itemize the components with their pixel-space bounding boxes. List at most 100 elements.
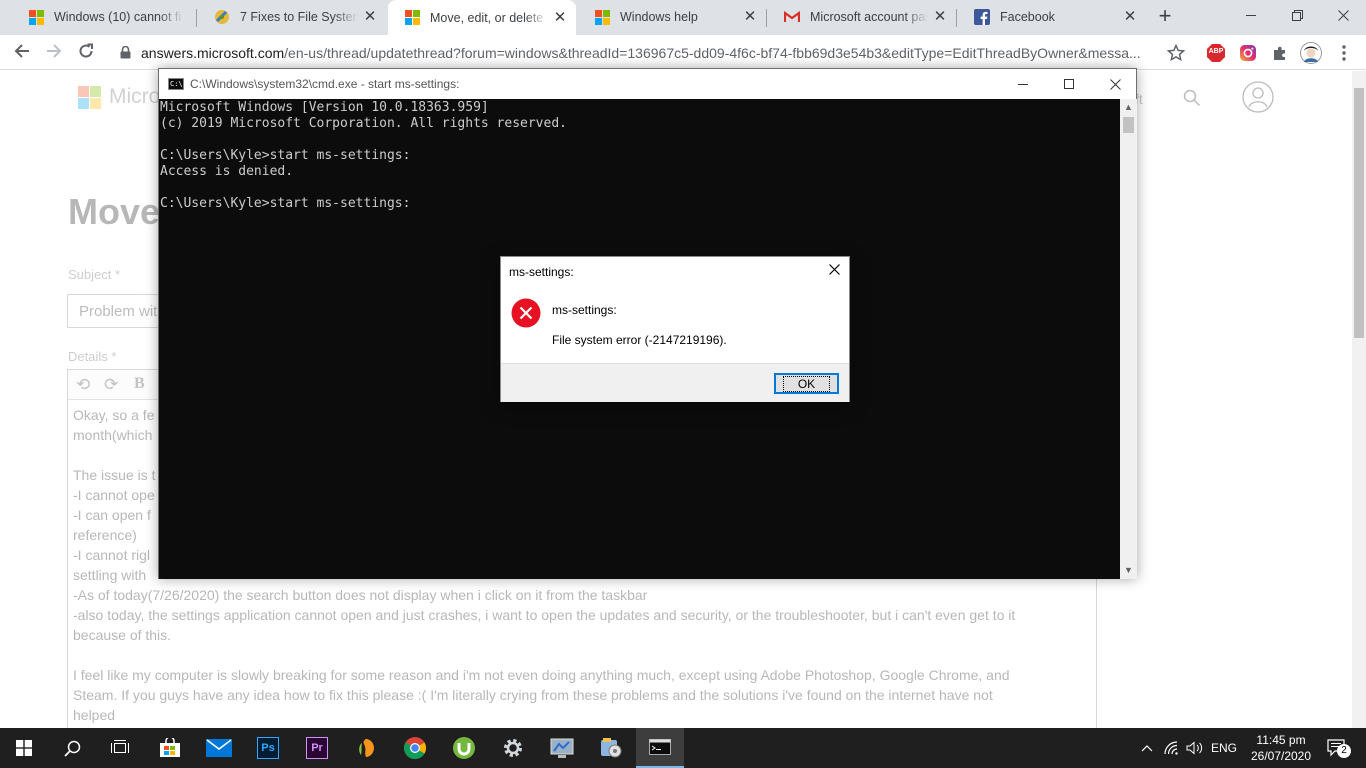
instagram-icon[interactable] xyxy=(1237,42,1259,64)
page-scrollbar[interactable] xyxy=(1352,71,1366,728)
body-line: -also today, the settings application ca… xyxy=(73,607,1016,623)
search-icon[interactable] xyxy=(1183,89,1201,110)
browser-tab-move-edit[interactable]: Move, edit, or delete th ✕ xyxy=(388,0,576,35)
program-icon[interactable] xyxy=(587,728,635,768)
tab-separator xyxy=(766,9,767,27)
cmd-taskbar-icon[interactable] xyxy=(636,728,684,768)
tray-chevron-up-icon[interactable] xyxy=(1136,728,1158,768)
search-icon[interactable] xyxy=(48,728,96,768)
browser-tab-facebook[interactable]: Facebook ✕ xyxy=(958,0,1146,34)
premiere-icon[interactable]: Pr xyxy=(293,728,341,768)
notification-count-badge: 2 xyxy=(1337,744,1351,758)
tab-close-icon[interactable]: ✕ xyxy=(932,9,948,25)
chrome-icon[interactable] xyxy=(391,728,439,768)
tab-close-icon[interactable]: ✕ xyxy=(362,9,378,25)
microsoft-logo-icon xyxy=(404,10,420,26)
clock[interactable]: 11:45 pm 26/07/2020 xyxy=(1238,732,1324,764)
body-line: month(which xyxy=(73,427,153,443)
extensions-puzzle-icon[interactable] xyxy=(1269,42,1291,64)
account-icon[interactable] xyxy=(1242,81,1274,116)
minimize-icon[interactable] xyxy=(1228,0,1274,30)
more-menu-icon[interactable] xyxy=(1333,42,1355,64)
body-line: helped xyxy=(73,707,116,723)
error-dialog: ms-settings: ms-settings: File system er… xyxy=(500,256,850,402)
back-arrow-icon[interactable] xyxy=(8,39,36,67)
window-close-icon[interactable] xyxy=(1320,0,1366,30)
dialog-footer: OK xyxy=(501,363,849,402)
action-center-icon[interactable]: 2 xyxy=(1322,728,1352,768)
body-line: I feel like my computer is slowly breaki… xyxy=(73,667,1010,683)
cmd-close-icon[interactable] xyxy=(1092,69,1138,99)
page-scrollbar-thumb[interactable] xyxy=(1354,88,1364,338)
cmd-scrollbar-thumb[interactable] xyxy=(1123,117,1134,133)
tab-close-icon[interactable]: ✕ xyxy=(552,9,568,26)
tab-close-icon[interactable]: ✕ xyxy=(742,9,758,25)
bold-icon[interactable]: B xyxy=(134,375,145,393)
dialog-title: ms-settings: xyxy=(509,265,574,279)
utorrent-icon[interactable] xyxy=(440,728,488,768)
cmd-minimize-icon[interactable] xyxy=(1000,69,1046,99)
body-line: Okay, so a fe xyxy=(73,407,155,423)
dialog-heading: ms-settings: xyxy=(552,303,617,317)
body-line: The issue is t xyxy=(73,467,156,483)
scroll-up-arrow-icon[interactable]: ▲ xyxy=(1120,99,1137,116)
clock-date: 26/07/2020 xyxy=(1250,749,1312,763)
new-tab-button[interactable]: + xyxy=(1152,4,1178,30)
wifi-icon[interactable] xyxy=(1161,728,1183,768)
cmd-maximize-icon[interactable] xyxy=(1046,69,1092,99)
body-line: -As of today(7/26/2020) the search butto… xyxy=(73,587,648,603)
mail-icon[interactable] xyxy=(195,728,243,768)
settings-gear-icon[interactable] xyxy=(489,728,537,768)
dialog-message: File system error (-2147219196). xyxy=(552,333,727,347)
browser-tab-microsoft-account[interactable]: Microsoft account pass ✕ xyxy=(768,0,956,34)
control-panel-icon[interactable] xyxy=(538,728,586,768)
subject-value: Problem wit xyxy=(79,303,158,320)
lock-icon xyxy=(117,45,133,61)
tab-title: 7 Fixes to File System E xyxy=(240,10,358,24)
browser-tab-7-fixes[interactable]: 7 Fixes to File System E ✕ xyxy=(198,0,386,34)
redo-icon[interactable]: ⟳ xyxy=(104,375,118,395)
body-line: -I can open f xyxy=(73,507,151,523)
bookmark-star-icon[interactable] xyxy=(1165,42,1187,64)
tab-separator xyxy=(956,9,957,27)
browser-toolbar: answers.microsoft.com/en-us/thread/updat… xyxy=(0,35,1366,70)
ok-button-label: OK xyxy=(782,375,831,392)
console-line: C:\Users\Kyle>start ms-settings: xyxy=(160,148,411,163)
facebook-icon xyxy=(974,9,990,25)
store-icon[interactable] xyxy=(146,728,194,768)
taskbar: Ps Pr ENG 11:45 pm 26/07/2020 2 xyxy=(0,728,1366,768)
premiere-label: Pr xyxy=(306,737,328,759)
profile-avatar[interactable] xyxy=(1300,42,1322,64)
task-view-icon[interactable] xyxy=(96,728,144,768)
body-line: Steam. If you guys have any idea how to … xyxy=(73,687,993,703)
cmd-scrollbar[interactable]: ▲ ▼ xyxy=(1120,99,1137,579)
scroll-down-arrow-icon[interactable]: ▼ xyxy=(1120,562,1137,579)
restore-icon[interactable] xyxy=(1274,0,1320,30)
volume-icon[interactable] xyxy=(1183,728,1207,768)
microsoft-logo-icon xyxy=(594,9,610,25)
browser-tab-windows-help[interactable]: Windows help ✕ xyxy=(578,0,766,34)
undo-icon[interactable]: ⟲ xyxy=(76,375,90,395)
language-indicator[interactable]: ENG xyxy=(1208,728,1240,768)
fl-studio-icon[interactable] xyxy=(342,728,390,768)
adblock-icon[interactable]: ABP xyxy=(1205,42,1227,64)
gmail-icon xyxy=(784,9,800,25)
tab-title: Facebook xyxy=(1000,10,1055,24)
address-bar[interactable]: answers.microsoft.com/en-us/thread/updat… xyxy=(113,38,1193,67)
console-line: C:\Users\Kyle>start ms-settings: xyxy=(160,196,411,211)
forward-arrow-icon[interactable] xyxy=(40,39,68,67)
tab-close-icon[interactable]: ✕ xyxy=(1122,9,1138,25)
reload-icon[interactable] xyxy=(72,39,100,67)
windows-start-icon[interactable] xyxy=(0,728,48,768)
console-line: Microsoft Windows [Version 10.0.18363.95… xyxy=(160,100,489,115)
ok-button[interactable]: OK xyxy=(774,373,839,394)
url-text: answers.microsoft.com/en-us/thread/updat… xyxy=(141,45,1161,61)
cmd-titlebar[interactable]: C:\ C:\Windows\system32\cmd.exe - start … xyxy=(159,69,1136,99)
dialog-close-icon[interactable] xyxy=(819,257,849,285)
browser-tab-windows-cannot[interactable]: Windows (10) cannot fi xyxy=(12,0,192,34)
body-line: -I cannot ope xyxy=(73,487,155,503)
photoshop-icon[interactable]: Ps xyxy=(244,728,292,768)
tools-icon xyxy=(214,9,230,25)
